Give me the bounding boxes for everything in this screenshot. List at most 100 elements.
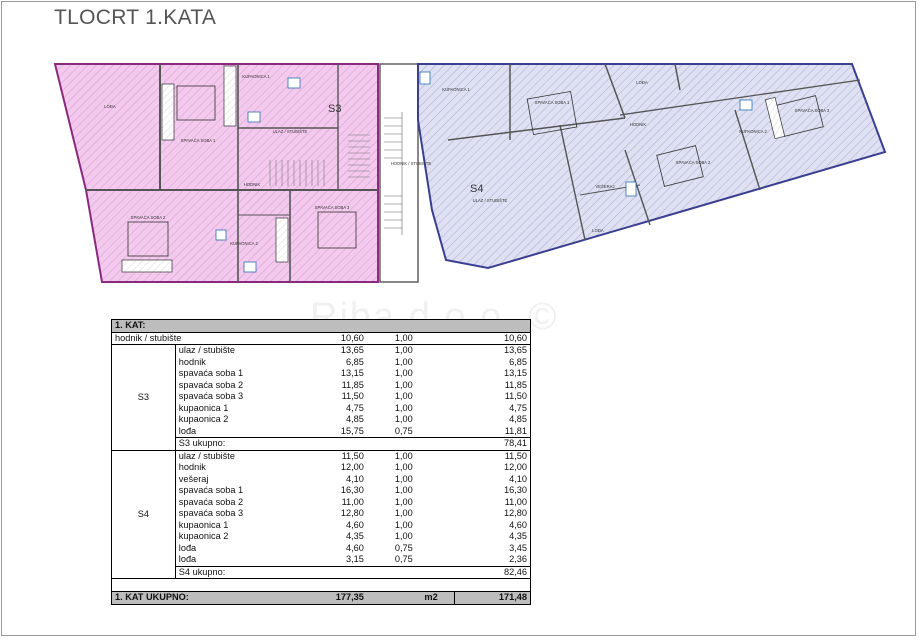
area-value: 6,85: [346, 356, 364, 367]
spacer: [441, 450, 455, 462]
table-row: kupaonica 1 4,75 1,00 4,75: [112, 403, 531, 415]
net-value: 12,00: [504, 462, 527, 472]
room-label: SPAVAĆA SOBA 3: [315, 205, 350, 210]
area-value: 13,65: [340, 345, 364, 355]
area-value: 4,60: [346, 542, 364, 553]
coefficient-value: 1,00: [394, 368, 413, 378]
coefficient-value: 1,00: [394, 402, 413, 413]
s4-unit: S4: [417, 63, 887, 270]
room-label: KUPAONICA 1: [242, 74, 270, 79]
net-value: 4,60: [509, 519, 527, 530]
area-value: 3,15: [346, 554, 364, 564]
subtotal-row: S3 ukupno: 78,41: [112, 437, 531, 451]
room-name: kupaonica 2: [178, 531, 229, 541]
spacer: [111, 578, 531, 592]
spacer-row: [111, 578, 531, 592]
coefficient-value: 1,00: [394, 379, 413, 390]
room-name: kupaonica 1: [178, 519, 229, 530]
common-stair: [379, 63, 419, 283]
area-value: 4,85: [346, 414, 364, 424]
spacer: [441, 345, 455, 357]
spacer: [441, 474, 455, 486]
coefficient-value: 1,00: [394, 391, 413, 401]
net-value: 6,85: [509, 356, 527, 367]
room-label: VEŠERAJ: [595, 184, 614, 189]
coefficient-value: 1,00: [394, 450, 413, 461]
table-row: hodnik 6,85 1,00 6,85: [112, 357, 531, 369]
total-area: 177,35: [287, 591, 367, 604]
spacer: [441, 391, 455, 403]
table-row: spavaća soba 3 12,80 1,00 12,80: [112, 508, 531, 520]
spacer: [441, 357, 455, 369]
table-row: S4 ulaz / stubište 11,50 1,00 11,50: [111, 450, 531, 579]
room-name: hodnik / stubište: [111, 332, 288, 345]
spacer: [441, 520, 455, 532]
spacer: [440, 332, 455, 345]
subtotal-label: S4 ukupno:: [175, 565, 455, 579]
area-value: 13,15: [340, 368, 364, 378]
table-row: lođa 4,60 0,75 3,45: [112, 543, 531, 555]
room-name: lođa: [178, 542, 197, 553]
net-value: 4,10: [509, 473, 527, 484]
room-label: HODNIK / STUBIŠTE: [391, 161, 431, 166]
room-label: ULAZ / STUBIŠTE: [273, 129, 308, 134]
spacer: [441, 508, 455, 520]
coefficient-value: 0,75: [394, 425, 413, 436]
area-value: 4,10: [346, 473, 364, 484]
table-row: spavaća soba 1 13,15 1,00 13,15: [112, 368, 531, 380]
coefficient-value: 1,00: [394, 485, 413, 495]
table-row: kupaonica 2 4,35 1,00 4,35: [112, 531, 531, 543]
coefficient-value: 0,75: [394, 542, 413, 553]
room-label: SPAVAĆA SOBA 3: [795, 108, 830, 113]
coefficient-value: 1,00: [394, 496, 413, 507]
table-row: lođa 3,15 0,75 2,36: [112, 554, 531, 566]
room-label: LOĐA: [104, 104, 116, 109]
table-row: spavaća soba 2 11,00 1,00 11,00: [112, 497, 531, 509]
spacer: [441, 403, 455, 415]
net-value: 11,85: [504, 379, 527, 390]
s4-unit-label: S4: [470, 183, 483, 195]
net-value: 4,85: [509, 414, 527, 424]
table-row: vešeraj 4,10 1,00 4,10: [112, 474, 531, 486]
total-unit: m2: [366, 591, 441, 604]
coefficient-value: 1,00: [394, 519, 413, 530]
room-name: lođa: [178, 425, 197, 436]
room-name: spavaća soba 3: [178, 391, 244, 401]
area-value: 12,00: [340, 462, 364, 472]
subtotal-label: S3 ukupno:: [175, 437, 455, 451]
coefficient-value: 1,00: [394, 356, 413, 367]
table-row: hodnik / stubište 10,60 1,00 10,60: [111, 332, 531, 345]
area-value: 4,75: [346, 402, 364, 413]
spacer: [441, 554, 455, 566]
spacer: [440, 591, 455, 604]
room-name: spavaća soba 1: [178, 368, 244, 378]
room-name: vešeraj: [178, 473, 209, 484]
net-value: 10,60: [454, 332, 531, 345]
table-row: lođa 15,75 0,75 11,81: [112, 426, 531, 438]
room-label: SPAVAĆA SOBA 1: [535, 100, 570, 105]
spacer: [441, 368, 455, 380]
room-label: SPAVAĆA SOBA 2: [676, 160, 711, 165]
area-value: 11,85: [341, 379, 364, 390]
net-value: 4,75: [509, 402, 527, 413]
total-label: 1. KAT UKUPNO:: [111, 591, 288, 604]
total-net: 171,48: [454, 591, 531, 605]
spacer: [441, 497, 455, 509]
spacer: [441, 462, 455, 474]
net-value: 13,65: [504, 345, 527, 355]
room-name: spavaća soba 2: [178, 379, 244, 390]
room-name: lođa: [178, 554, 197, 564]
area-value: 4,35: [346, 531, 364, 541]
spacer: [441, 485, 455, 497]
table-row: spavaća soba 3 11,50 1,00 11,50: [112, 391, 531, 403]
room-name: spavaća soba 2: [178, 496, 244, 507]
area-value: 15,75: [340, 425, 364, 436]
s3-unit: S3: [53, 63, 379, 283]
room-name: spavaća soba 3: [178, 508, 244, 518]
net-value: 11,50: [504, 450, 527, 461]
room-name: hodnik: [178, 462, 206, 472]
subtotal-value: 82,46: [454, 565, 531, 579]
coefficient-value: 1,00: [394, 508, 413, 518]
table-row: spavaća soba 1 16,30 1,00 16,30: [112, 485, 531, 497]
area-value: 10,60: [287, 332, 367, 345]
